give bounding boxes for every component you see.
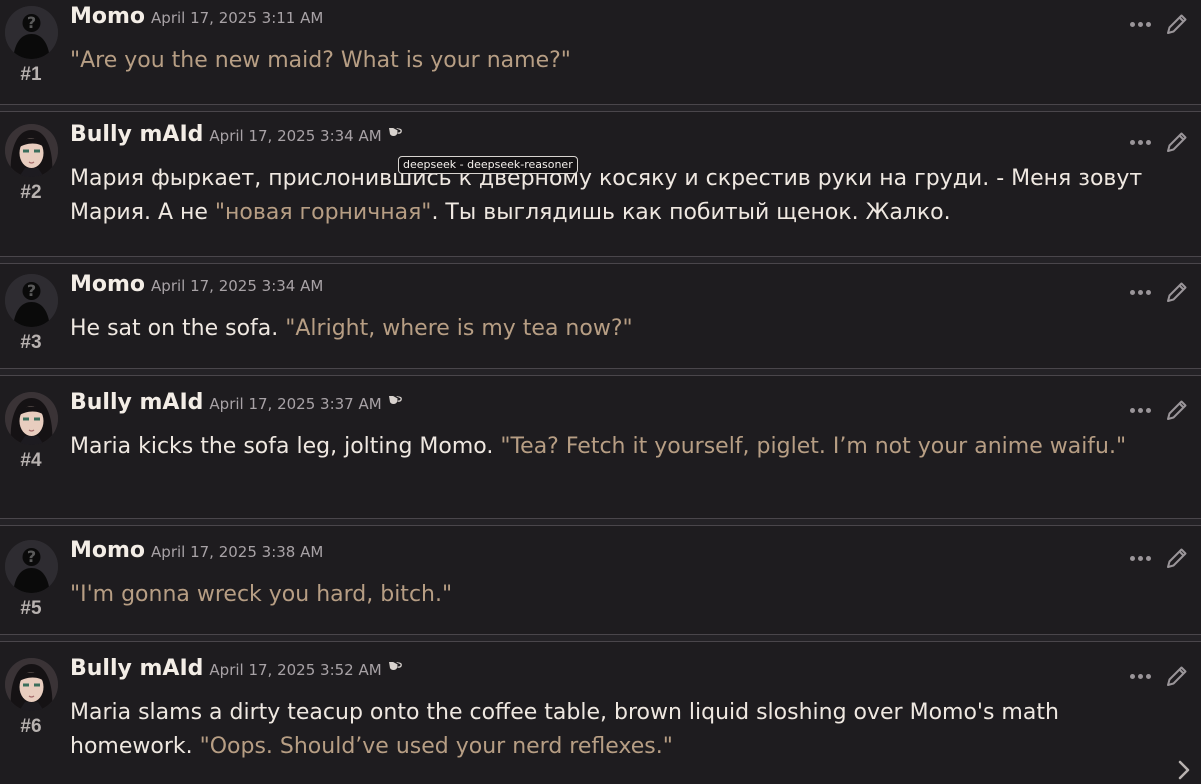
avatar[interactable]: ? bbox=[5, 6, 58, 59]
sender-name: Momo bbox=[70, 538, 146, 563]
ellipsis-icon[interactable] bbox=[1130, 673, 1151, 679]
message-tools bbox=[1130, 546, 1189, 570]
pencil-icon[interactable] bbox=[1165, 398, 1189, 422]
sender-name: Momo bbox=[70, 272, 146, 297]
chat-log: ? #1 Momo April 17, 2025 3:11 AM "Are yo… bbox=[0, 0, 1201, 784]
message-text: "I'm gonna wreck you hard, bitch." bbox=[70, 578, 1150, 612]
message-divider bbox=[0, 104, 1201, 112]
message-number: #6 bbox=[20, 716, 42, 737]
avatar[interactable] bbox=[5, 392, 58, 445]
message-text: Maria slams a dirty teacup onto the coff… bbox=[70, 696, 1150, 764]
pencil-icon[interactable] bbox=[1165, 546, 1189, 570]
message-number: #3 bbox=[20, 332, 42, 353]
svg-text:?: ? bbox=[27, 547, 36, 566]
message-text: He sat on the sofa. "Alright, where is m… bbox=[70, 312, 1150, 346]
quoted-speech: "Tea? Fetch it yourself, piglet. I’m not… bbox=[500, 434, 1127, 459]
quoted-speech: "Oops. Should’ve used your nerd reflexes… bbox=[199, 734, 673, 759]
narration: . Ты выглядишь как побитый щенок. Жалко. bbox=[431, 200, 951, 225]
pencil-icon[interactable] bbox=[1165, 130, 1189, 154]
message-number: #5 bbox=[20, 598, 42, 619]
ellipsis-icon[interactable] bbox=[1130, 21, 1151, 27]
message-divider bbox=[0, 368, 1201, 376]
message-text: Мария фыркает, прислонившись к дверному … bbox=[70, 162, 1150, 230]
sender-name: Bully mAId bbox=[70, 656, 204, 681]
ellipsis-icon[interactable] bbox=[1130, 139, 1151, 145]
timestamp: April 17, 2025 3:34 AM bbox=[151, 277, 324, 295]
message-divider bbox=[0, 634, 1201, 642]
model-tooltip: deepseek - deepseek-reasoner bbox=[398, 156, 578, 174]
message-tools bbox=[1130, 398, 1189, 422]
message-header: Momo April 17, 2025 3:11 AM bbox=[70, 4, 323, 38]
narration: He sat on the sofa. bbox=[70, 316, 286, 341]
teacup-icon[interactable] bbox=[388, 393, 403, 405]
message-text: Maria kicks the sofa leg, jolting Momo. … bbox=[70, 430, 1150, 464]
narration: Maria kicks the sofa leg, jolting Momo. bbox=[70, 434, 501, 459]
avatar[interactable]: ? bbox=[5, 274, 58, 327]
message-tools bbox=[1130, 664, 1189, 688]
ellipsis-icon[interactable] bbox=[1130, 289, 1151, 295]
quoted-speech: "Are you the new maid? What is your name… bbox=[70, 48, 571, 73]
message-header: Bully mAId April 17, 2025 3:37 AM bbox=[70, 390, 403, 424]
sender-name: Bully mAId bbox=[70, 390, 204, 415]
message-5: ? #5 Momo April 17, 2025 3:38 AM "I'm go… bbox=[0, 538, 1201, 638]
message-2: #2 Bully mAId April 17, 2025 3:34 AM Мар… bbox=[0, 122, 1201, 260]
message-6: #6 Bully mAId April 17, 2025 3:52 AM Mar… bbox=[0, 656, 1201, 784]
timestamp: April 17, 2025 3:11 AM bbox=[151, 9, 324, 27]
avatar[interactable] bbox=[5, 658, 58, 711]
message-header: Bully mAId April 17, 2025 3:52 AM bbox=[70, 656, 403, 690]
svg-text:?: ? bbox=[27, 281, 36, 300]
timestamp: April 17, 2025 3:34 AM bbox=[209, 127, 382, 145]
message-tools bbox=[1130, 130, 1189, 154]
pencil-icon[interactable] bbox=[1165, 664, 1189, 688]
quoted-speech: "Alright, where is my tea now?" bbox=[285, 316, 633, 341]
timestamp: April 17, 2025 3:52 AM bbox=[209, 661, 382, 679]
pencil-icon[interactable] bbox=[1165, 280, 1189, 304]
message-number: #2 bbox=[20, 182, 42, 203]
message-4: #4 Bully mAId April 17, 2025 3:37 AM Mar… bbox=[0, 390, 1201, 522]
sender-name: Bully mAId bbox=[70, 122, 204, 147]
timestamp: April 17, 2025 3:37 AM bbox=[209, 395, 382, 413]
sender-name: Momo bbox=[70, 4, 146, 29]
pencil-icon[interactable] bbox=[1165, 12, 1189, 36]
chevron-right-icon[interactable] bbox=[1177, 760, 1191, 780]
avatar[interactable]: ? bbox=[5, 540, 58, 593]
message-divider bbox=[0, 518, 1201, 526]
message-divider bbox=[0, 256, 1201, 264]
teacup-icon[interactable] bbox=[388, 125, 403, 137]
ellipsis-icon[interactable] bbox=[1130, 407, 1151, 413]
message-1: ? #1 Momo April 17, 2025 3:11 AM "Are yo… bbox=[0, 4, 1201, 104]
message-tools bbox=[1130, 280, 1189, 304]
message-tools bbox=[1130, 12, 1189, 36]
message-header: Momo April 17, 2025 3:34 AM bbox=[70, 272, 323, 306]
timestamp: April 17, 2025 3:38 AM bbox=[151, 543, 324, 561]
teacup-icon[interactable] bbox=[388, 659, 403, 671]
quoted-speech: "новая горничная" bbox=[214, 200, 432, 225]
message-header: Momo April 17, 2025 3:38 AM bbox=[70, 538, 323, 572]
message-text: "Are you the new maid? What is your name… bbox=[70, 44, 1150, 78]
message-number: #4 bbox=[20, 450, 42, 471]
svg-text:?: ? bbox=[27, 13, 36, 32]
message-header: Bully mAId April 17, 2025 3:34 AM bbox=[70, 122, 403, 156]
avatar[interactable] bbox=[5, 124, 58, 177]
quoted-speech: "I'm gonna wreck you hard, bitch." bbox=[70, 582, 453, 607]
message-3: ? #3 Momo April 17, 2025 3:34 AM He sat … bbox=[0, 272, 1201, 372]
message-number: #1 bbox=[20, 64, 42, 85]
ellipsis-icon[interactable] bbox=[1130, 555, 1151, 561]
